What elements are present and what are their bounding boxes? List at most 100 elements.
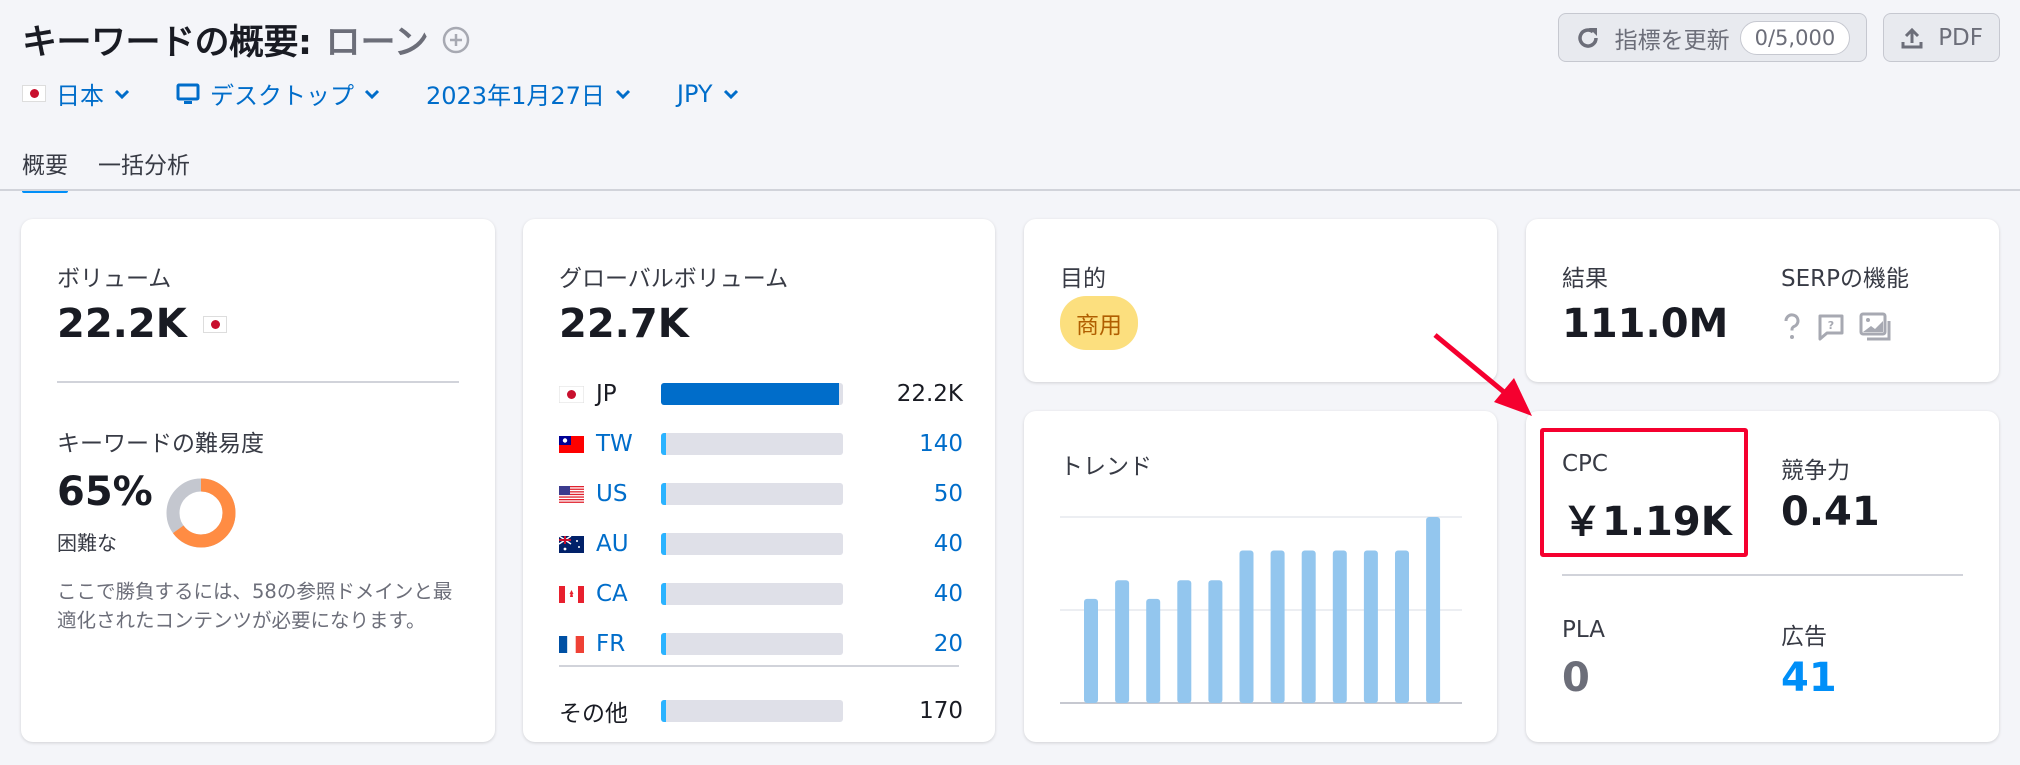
country-row-au[interactable]: AU 40	[558, 529, 963, 559]
header-actions: 指標を更新 0/5,000 PDF	[1542, 13, 2000, 62]
trend-bar[interactable]	[1270, 550, 1285, 703]
country-bar-fill	[661, 383, 839, 405]
tab-overview[interactable]: 概要	[22, 146, 68, 193]
update-metrics-button[interactable]: 指標を更新 0/5,000	[1557, 13, 1868, 62]
country-code: JP	[596, 381, 617, 407]
kd-description: ここで勝負するには、58の参照ドメインと最適化されたコンテンツが必要になります。	[57, 580, 453, 632]
country-row-ca[interactable]: CA 40	[559, 579, 963, 609]
question-icon[interactable]	[1781, 312, 1803, 342]
competition-value: 0.41	[1781, 489, 1880, 535]
filters-bar: 日本 デスクトップ 2023年1月27日 JPY	[22, 76, 785, 111]
date-dropdown[interactable]: 2023年1月27日	[426, 76, 631, 111]
page-header: キーワードの概要: ローン	[22, 14, 471, 65]
country-row-jp: JP 22.2K	[558, 379, 963, 409]
volume-value-row: 22.2K	[57, 301, 237, 347]
pdf-label: PDF	[1938, 24, 1983, 51]
jp-flag-icon	[558, 385, 585, 403]
country-row-tw[interactable]: TW 140	[559, 429, 963, 459]
kd-difficulty-word: 困難な	[57, 531, 117, 555]
trend-bar[interactable]	[1395, 550, 1409, 703]
update-counter: 0/5,000	[1739, 20, 1851, 55]
country-code: US	[596, 481, 628, 507]
trend-bar[interactable]	[1363, 550, 1378, 703]
kd-value: 65%	[57, 469, 153, 515]
plus-circle-icon[interactable]	[441, 25, 471, 55]
country-row-us[interactable]: US 50	[559, 479, 963, 509]
other-label: その他	[559, 701, 628, 727]
divider	[1562, 574, 1963, 576]
trend-card: トレンド	[1024, 411, 1497, 742]
tab-bulk-analysis[interactable]: 一括分析	[98, 146, 190, 190]
pdf-export-button[interactable]: PDF	[1883, 13, 2000, 62]
trend-bar[interactable]	[1332, 550, 1347, 703]
currency-dropdown[interactable]: JPY	[677, 80, 739, 108]
chevron-down-icon	[615, 89, 630, 99]
country-dropdown[interactable]: 日本	[22, 76, 130, 111]
au-flag-icon	[558, 534, 584, 553]
global-volume-value: 22.7K	[559, 301, 689, 347]
tw-flag-icon	[559, 435, 584, 453]
kd-donut-chart	[166, 478, 236, 548]
other-value: 170	[919, 698, 963, 724]
country-row-fr[interactable]: FR 20	[559, 629, 963, 659]
country-bar-fill	[661, 533, 666, 555]
trend-bar[interactable]	[1208, 580, 1223, 703]
tabs-divider	[0, 189, 2020, 191]
pla-label: PLA	[1562, 617, 1605, 643]
device-dropdown[interactable]: デスクトップ	[176, 76, 380, 111]
desktop-icon	[176, 83, 200, 104]
upload-icon	[1901, 27, 1923, 48]
volume-value: 22.2K	[57, 301, 187, 347]
trend-bar[interactable]	[1146, 598, 1161, 703]
japan-flag-icon	[22, 85, 46, 102]
serp-features-label: SERPの機能	[1781, 266, 1909, 292]
trend-bar[interactable]	[1301, 550, 1316, 703]
country-bar	[661, 383, 843, 405]
country-value[interactable]: 50	[934, 481, 963, 507]
country-code: AU	[596, 531, 629, 557]
kd-label: キーワードの難易度	[57, 431, 264, 457]
country-bar	[661, 483, 843, 505]
us-flag-icon	[559, 485, 584, 503]
tab-bar: 概要 一括分析	[22, 146, 220, 193]
update-metrics-label: 指標を更新	[1614, 27, 1730, 54]
other-bar	[661, 700, 843, 722]
cpc-highlight-box	[1540, 428, 1748, 557]
country-code: CA	[596, 581, 628, 607]
country-bar	[661, 433, 843, 455]
page-title: キーワードの概要:	[22, 23, 312, 63]
chevron-down-icon	[364, 89, 380, 99]
results-label: 結果	[1562, 266, 1608, 292]
country-bar-fill	[661, 483, 666, 505]
country-bar	[661, 583, 843, 605]
country-value[interactable]: 140	[919, 431, 963, 457]
annotation-arrow-icon	[1433, 333, 1532, 416]
serp-features-icons: ?	[1781, 312, 1905, 342]
trend-bar[interactable]	[1239, 550, 1254, 703]
country-value: 22.2K	[896, 381, 963, 407]
ca-flag-icon	[559, 585, 584, 603]
ads-value[interactable]: 41	[1781, 655, 1837, 701]
country-value[interactable]: 40	[934, 581, 963, 607]
volume-label: ボリューム	[57, 266, 172, 292]
trend-bar[interactable]	[1426, 517, 1441, 703]
global-volume-label: グローバルボリューム	[559, 266, 789, 292]
image-pack-icon[interactable]	[1859, 312, 1891, 342]
date-label: 2023年1月27日	[426, 82, 605, 110]
trend-bar[interactable]	[1115, 580, 1130, 703]
country-value[interactable]: 40	[934, 531, 963, 557]
faq-bubble-icon[interactable]: ?	[1817, 313, 1845, 341]
intent-card: 目的 商用	[1024, 219, 1497, 382]
trend-bar[interactable]	[1177, 580, 1192, 703]
pla-value: 0	[1562, 655, 1590, 701]
country-code: TW	[596, 431, 633, 457]
country-bar-fill	[661, 633, 666, 655]
country-bar-fill	[661, 433, 666, 455]
currency-label: JPY	[676, 79, 713, 108]
intent-badge: 商用	[1060, 296, 1138, 350]
svg-text:?: ?	[1828, 319, 1834, 332]
ads-label: 広告	[1781, 624, 1827, 650]
country-value[interactable]: 20	[934, 631, 963, 657]
divider	[57, 381, 459, 383]
trend-bar[interactable]	[1084, 598, 1098, 703]
